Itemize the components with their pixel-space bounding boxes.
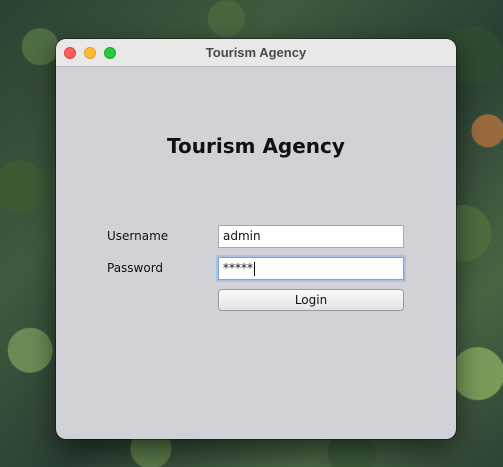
title-bar[interactable]: Tourism Agency [56,39,456,67]
password-value: ***** [223,261,253,275]
login-window: Tourism Agency Tourism Agency Username a… [56,39,456,439]
text-caret [254,261,255,276]
window-title: Tourism Agency [205,45,307,60]
password-label: Password [107,261,164,275]
desktop-background: Tourism Agency Tourism Agency Username a… [0,0,503,467]
page-title: Tourism Agency [167,134,345,158]
password-field[interactable]: ***** [218,257,404,280]
login-form: Tourism Agency Username admin Password *… [56,67,456,439]
login-button[interactable]: Login [218,289,404,311]
username-label: Username [107,229,169,243]
username-field[interactable]: admin [218,225,404,248]
username-value: admin [223,229,261,243]
